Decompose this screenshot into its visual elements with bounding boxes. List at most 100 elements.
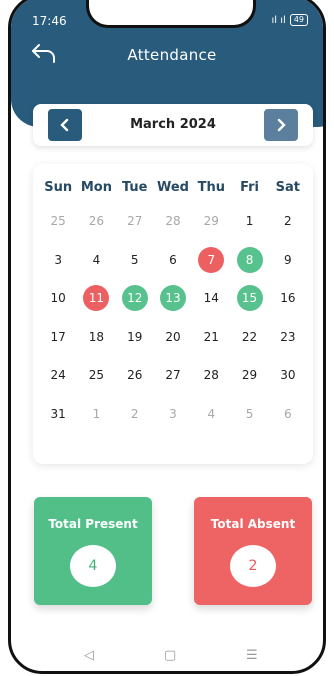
day-number: 21 [203, 329, 219, 344]
total-present-value: 4 [70, 545, 116, 587]
calendar-day[interactable]: 27 [116, 202, 154, 241]
calendar-day[interactable]: 28 [154, 202, 192, 241]
nav-menu-icon[interactable]: ☰ [246, 648, 258, 663]
calendar-day[interactable]: 9 [269, 241, 307, 280]
calendar-day[interactable]: 29 [230, 356, 268, 395]
calendar-grid: Sun Mon Tue Wed Thu Fri Sat 25 26 27 28 29 1 2 3 4 5 6 7 8 9… [39, 174, 307, 433]
calendar-day[interactable]: 16 [269, 279, 307, 318]
calendar-day[interactable]: 31 [39, 395, 77, 434]
calendar-day[interactable]: 5 [230, 395, 268, 434]
day-number: 18 [88, 329, 105, 344]
day-number: 11 [83, 285, 110, 312]
calendar-day[interactable]: 27 [154, 356, 192, 395]
calendar-day-present[interactable]: 15 [230, 279, 268, 318]
calendar-day[interactable]: 6 [269, 395, 307, 434]
calendar-day[interactable]: 25 [39, 202, 77, 241]
day-number: 1 [92, 406, 101, 421]
day-number: 28 [165, 214, 181, 229]
day-number: 6 [169, 252, 177, 267]
calendar-day[interactable]: 1 [77, 395, 115, 434]
calendar-day[interactable]: 25 [77, 356, 115, 395]
month-selector: March 2024 [33, 104, 313, 146]
calendar-day[interactable]: 3 [39, 241, 77, 280]
system-nav-bar: ◁ ▢ ☰ [0, 648, 334, 668]
calendar-day[interactable]: 23 [269, 318, 307, 357]
calendar-day[interactable]: 17 [39, 318, 77, 357]
weekday-label: Sun [44, 180, 73, 195]
day-number: 26 [88, 214, 105, 229]
total-present-card: Total Present 4 [34, 497, 152, 605]
day-number: 14 [203, 291, 219, 306]
calendar-day-present[interactable]: 13 [154, 279, 192, 318]
total-present-label: Total Present [48, 517, 138, 531]
day-number: 4 [207, 406, 216, 421]
calendar-day[interactable]: 5 [116, 241, 154, 280]
calendar-day[interactable]: 26 [77, 202, 115, 241]
calendar-day[interactable]: 14 [192, 279, 230, 318]
total-absent-card: Total Absent 2 [194, 497, 312, 605]
calendar-day[interactable]: 28 [192, 356, 230, 395]
calendar-day[interactable]: 10 [39, 279, 77, 318]
signal-icon: ıl ıl [271, 14, 286, 26]
day-number: 27 [127, 214, 143, 229]
day-number: 7 [198, 246, 225, 273]
calendar-day[interactable]: 26 [116, 356, 154, 395]
next-month-button[interactable] [264, 109, 298, 141]
day-number: 12 [121, 285, 148, 312]
day-number: 27 [165, 368, 181, 383]
day-number: 10 [50, 291, 66, 306]
day-number: 1 [245, 214, 254, 229]
calendar-day[interactable]: 6 [154, 241, 192, 280]
calendar-day[interactable]: 4 [192, 395, 230, 434]
calendar-day[interactable]: 30 [269, 356, 307, 395]
calendar-day[interactable]: 20 [154, 318, 192, 357]
calendar-day[interactable]: 2 [116, 395, 154, 434]
calendar-day[interactable]: 2 [269, 202, 307, 241]
day-number: 4 [92, 252, 101, 267]
weekday-label: Thu [197, 180, 225, 195]
day-number: 16 [280, 291, 296, 306]
day-number: 2 [130, 406, 139, 421]
calendar-day[interactable]: 18 [77, 318, 115, 357]
day-number: 8 [236, 246, 263, 273]
calendar-day-present[interactable]: 8 [230, 241, 268, 280]
calendar-day[interactable]: 21 [192, 318, 230, 357]
battery-icon: 49 [289, 14, 308, 26]
day-number: 24 [50, 368, 66, 383]
day-number: 2 [284, 214, 292, 229]
day-number: 29 [241, 368, 258, 383]
day-number: 9 [284, 252, 292, 267]
page-title: Attendance [127, 46, 217, 64]
day-number: 23 [280, 329, 296, 344]
day-number: 29 [203, 214, 219, 229]
calendar-day[interactable]: 29 [192, 202, 230, 241]
camera-notch [86, 0, 256, 28]
calendar-day-absent[interactable]: 11 [77, 279, 115, 318]
calendar-day[interactable]: 4 [77, 241, 115, 280]
calendar-day[interactable]: 22 [230, 318, 268, 357]
day-number: 25 [50, 214, 66, 229]
day-number: 3 [169, 406, 177, 421]
status-indicators: ıl ıl 49 [272, 14, 308, 26]
day-number: 25 [88, 368, 105, 383]
day-number: 15 [236, 285, 263, 312]
day-number: 17 [50, 329, 66, 344]
day-number: 13 [159, 285, 186, 312]
weekday-label: Fri [240, 180, 260, 195]
nav-back-icon[interactable]: ◁ [84, 648, 94, 663]
day-number: 28 [203, 368, 219, 383]
total-absent-value: 2 [230, 545, 276, 587]
calendar-day[interactable]: 3 [154, 395, 192, 434]
calendar-day[interactable]: 19 [116, 318, 154, 357]
weekday-label: Sat [275, 180, 301, 195]
calendar-day[interactable]: 24 [39, 356, 77, 395]
weekday-label: Wed [156, 180, 189, 195]
calendar-day[interactable]: 1 [230, 202, 268, 241]
calendar-day-absent[interactable]: 7 [192, 241, 230, 280]
calendar-day-present[interactable]: 12 [116, 279, 154, 318]
status-time: 17:46 [32, 14, 67, 28]
day-number: 5 [130, 252, 139, 267]
nav-home-icon[interactable]: ▢ [164, 648, 176, 663]
day-number: 31 [50, 406, 66, 421]
day-number: 20 [165, 329, 181, 344]
